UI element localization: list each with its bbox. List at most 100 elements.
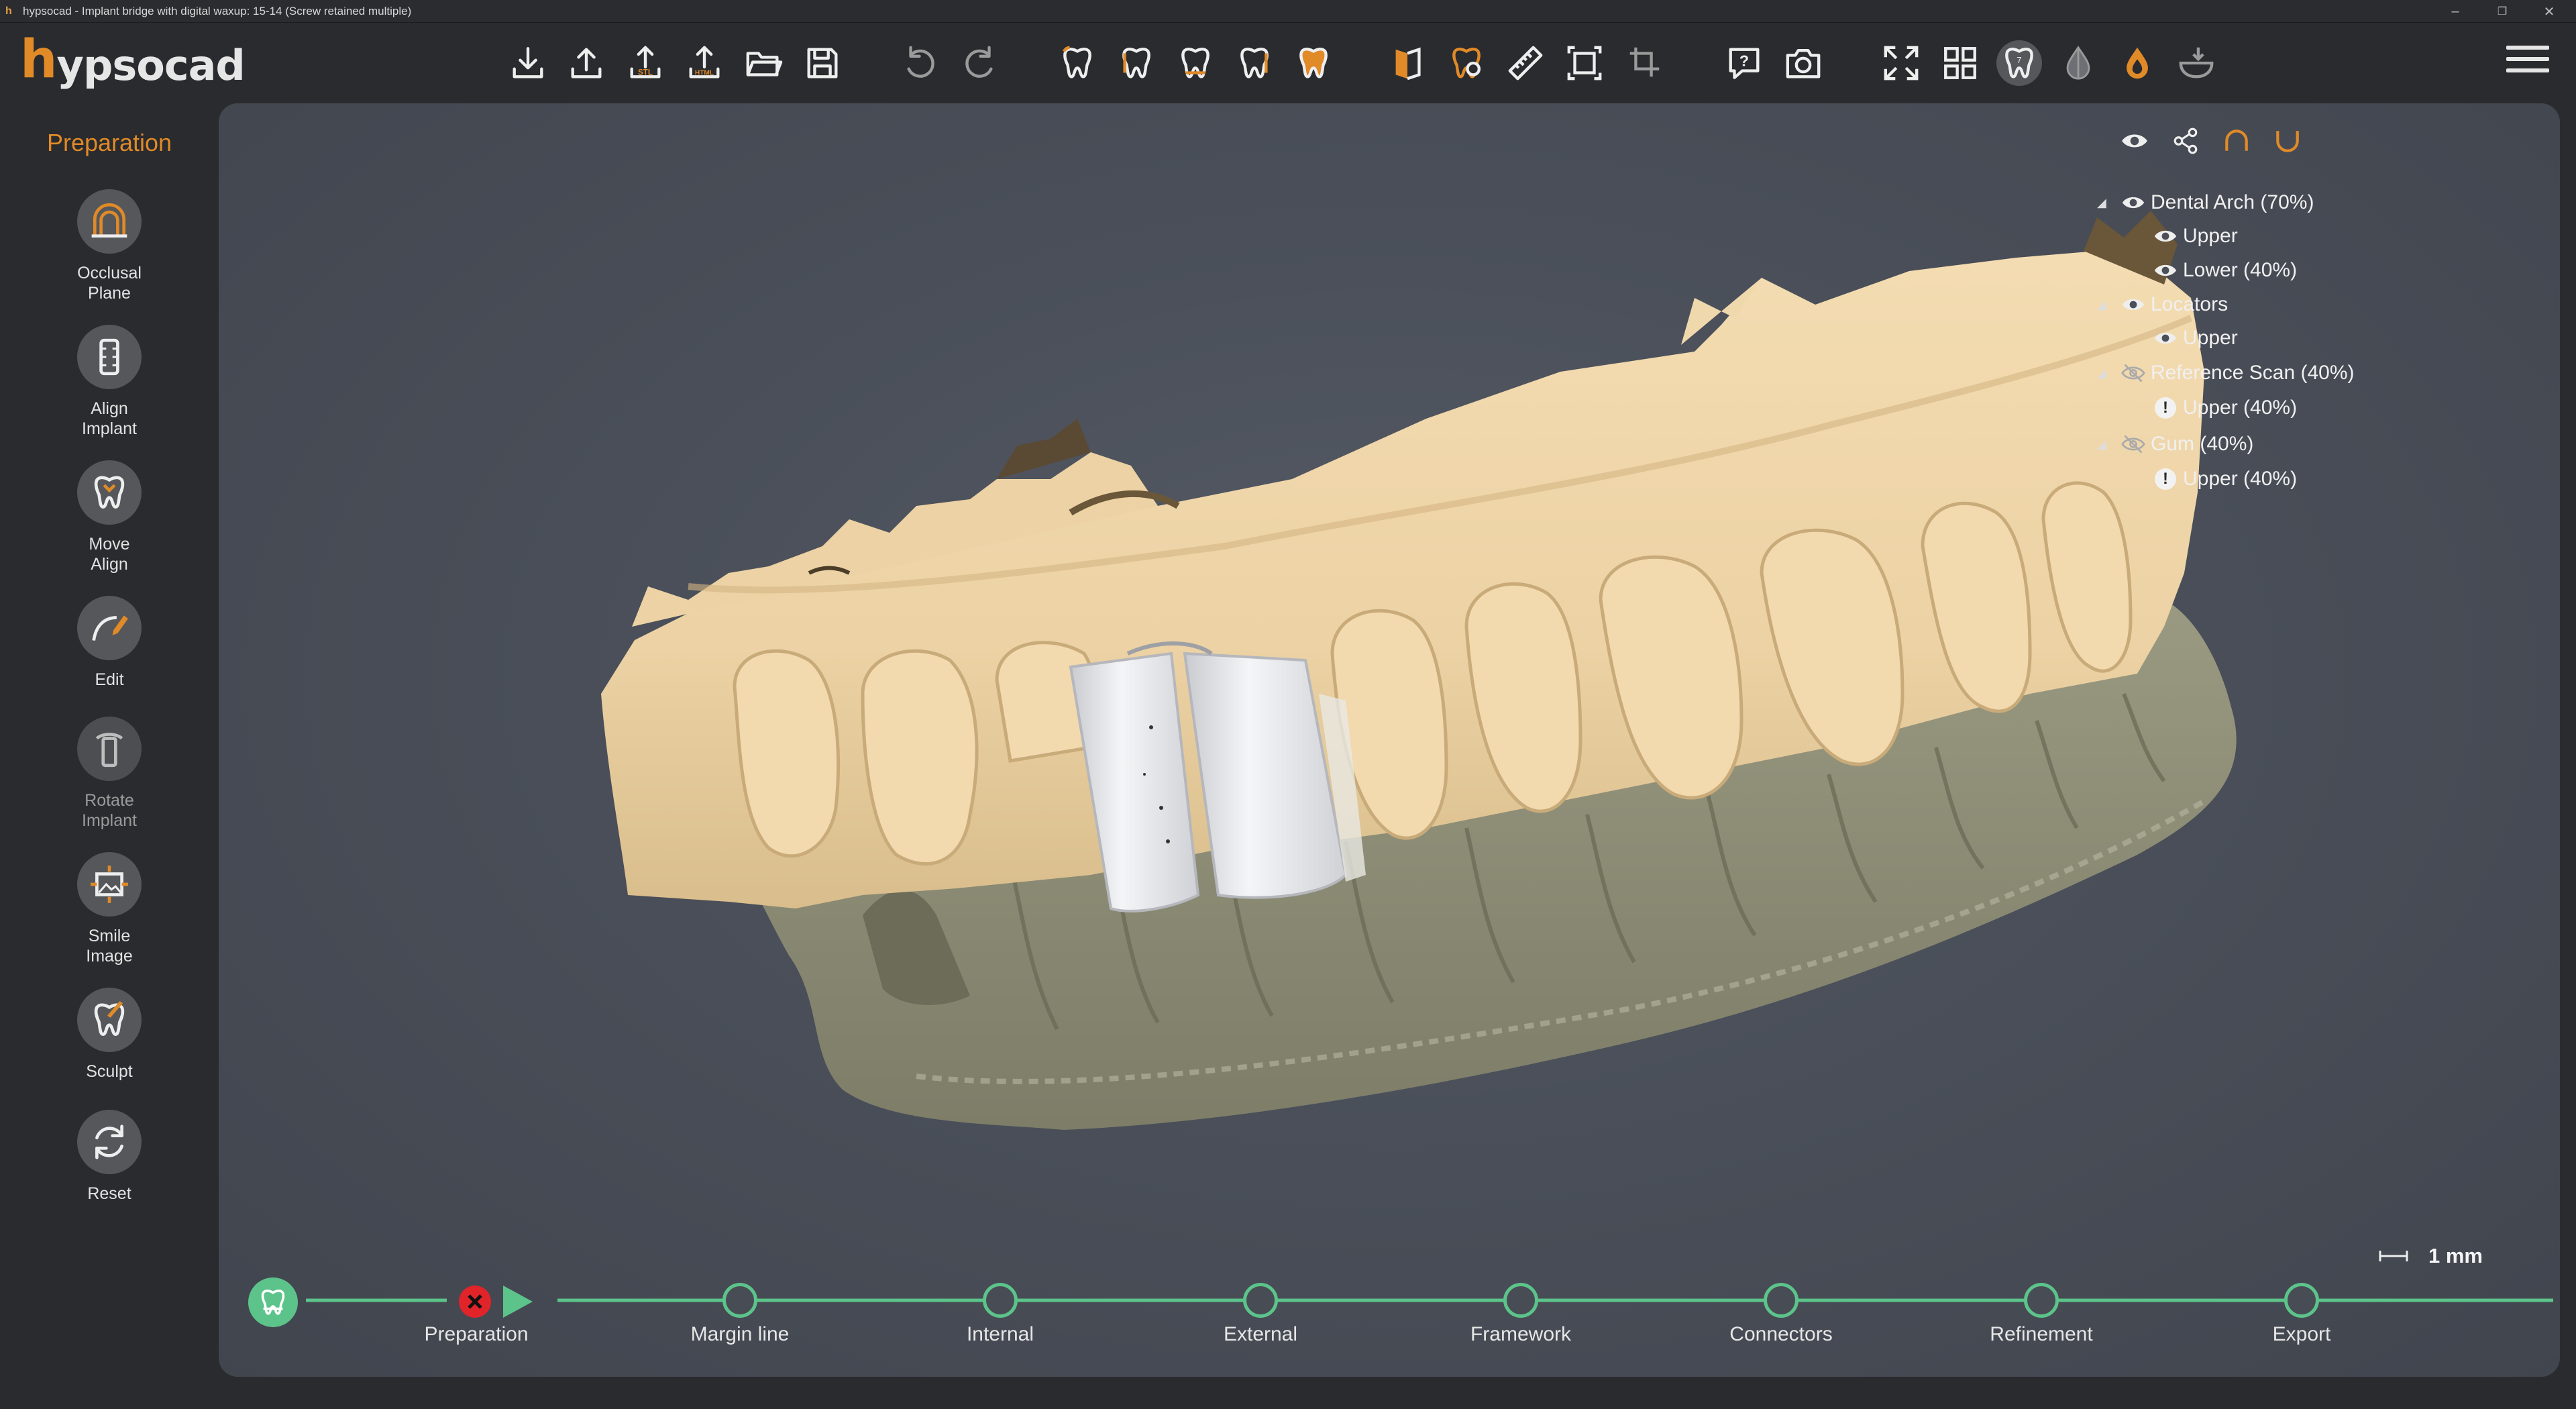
save-button[interactable]: [800, 40, 845, 86]
redo-icon: [965, 46, 993, 78]
scale-bar-icon: [2379, 1251, 2408, 1261]
reset-label-1: Reset: [87, 1184, 131, 1203]
tree-row[interactable]: ◢ Gum (40%): [2097, 429, 2253, 459]
visibility-tooth-button[interactable]: [1444, 40, 1489, 86]
undo-button[interactable]: [898, 40, 943, 86]
tree-row[interactable]: ◢ Dental Arch (70%): [2097, 188, 2314, 217]
screenshot-button[interactable]: [1780, 40, 1826, 86]
app-window: { "window": { "title": "hypsocad - Impla…: [0, 0, 2576, 1409]
export-html-button[interactable]: HTML: [682, 40, 727, 86]
workflow-step-label: Connectors: [1729, 1323, 1833, 1345]
tree-row[interactable]: ! Upper (40%): [2152, 393, 2297, 423]
3d-viewport[interactable]: ◢ Dental Arch (70%) Upper Lower (40%) ◢ Locat…: [219, 103, 2560, 1377]
tree-row-label: Dental Arch (70%): [2151, 191, 2314, 213]
tree-lower-arch-button[interactable]: [2270, 123, 2305, 158]
minimize-button[interactable]: –: [2435, 0, 2475, 23]
tree-row[interactable]: Upper: [2152, 221, 2238, 251]
tree-row[interactable]: ◢ Reference Scan (40%): [2097, 358, 2355, 388]
move-align-label-1: Move: [89, 535, 130, 554]
fire-drop-icon: [2127, 47, 2148, 79]
align-implant-label-1: Align: [91, 399, 128, 418]
occlusal-plane-icon-circle: [77, 189, 142, 254]
tree-visibility-button[interactable]: [2117, 123, 2152, 158]
open-button[interactable]: [741, 40, 786, 86]
tooth-view-1-button[interactable]: [1055, 40, 1100, 86]
scale-indicator: 1 mm: [2379, 1244, 2483, 1268]
eye-icon[interactable]: [2120, 291, 2147, 318]
sculpt-button[interactable]: Sculpt: [42, 988, 176, 1082]
tree-row-label: Reference Scan (40%): [2151, 362, 2355, 384]
occlusal-plane-icon: [91, 203, 127, 238]
sculpt-icon: [94, 1001, 125, 1037]
expand-arrow-icon[interactable]: ◢: [2097, 298, 2110, 312]
tooth-view-3-button[interactable]: [1173, 40, 1218, 86]
menu-line: [2506, 46, 2549, 50]
close-button[interactable]: ✕: [2529, 0, 2569, 23]
sculpt-label-1: Sculpt: [86, 1062, 133, 1081]
warning-icon[interactable]: !: [2152, 395, 2179, 421]
share-nodes-icon: [2174, 127, 2198, 154]
move-align-icon-circle: [77, 460, 142, 525]
smile-image-label-2: Image: [86, 947, 133, 966]
workflow-track: [306, 1298, 2553, 1302]
warning-icon[interactable]: !: [2152, 466, 2179, 492]
warning-glyph: !: [2155, 397, 2176, 419]
drop-button[interactable]: [2055, 40, 2101, 86]
undo-icon: [907, 46, 934, 78]
tooth-view-2-button[interactable]: [1114, 40, 1159, 86]
scale-label: 1 mm: [2428, 1244, 2483, 1267]
tree-row[interactable]: Upper: [2152, 323, 2238, 353]
tree-share-button[interactable]: [2168, 123, 2203, 158]
import-button[interactable]: [505, 40, 551, 86]
expand-arrow-icon[interactable]: ◢: [2097, 196, 2110, 210]
section-button[interactable]: [1385, 40, 1430, 86]
hamburger-menu-button[interactable]: [2506, 46, 2549, 81]
tree-row[interactable]: ! Upper (40%): [2152, 464, 2297, 494]
tree-row[interactable]: Lower (40%): [2152, 256, 2297, 285]
workflow-start-button[interactable]: [248, 1277, 298, 1327]
tooth-view-5-button[interactable]: [1291, 40, 1336, 86]
grid-layout-button[interactable]: [1937, 40, 1983, 86]
left-sidebar: Preparation Occlusal Plane Align Implant…: [0, 103, 219, 1409]
bowl-button[interactable]: [2174, 40, 2219, 86]
fire-drop-button[interactable]: [2114, 40, 2160, 86]
export-stl-button[interactable]: STL: [623, 40, 668, 86]
tree-row[interactable]: ◢ Locators: [2097, 290, 2228, 319]
smile-image-button[interactable]: Smile Image: [42, 852, 176, 966]
workflow-step-label: Framework: [1470, 1323, 1571, 1345]
reset-button[interactable]: Reset: [42, 1110, 176, 1204]
eye-off-icon[interactable]: [2120, 431, 2147, 458]
tooth-active-button[interactable]: 7: [1996, 40, 2042, 86]
tree-upper-arch-button[interactable]: [2219, 123, 2254, 158]
fullscreen-button[interactable]: [1878, 40, 1924, 86]
eye-icon[interactable]: [2152, 223, 2179, 250]
expand-arrow-icon[interactable]: ◢: [2097, 366, 2110, 380]
fit-frame-button[interactable]: [1562, 40, 1607, 86]
workflow-step-label: Internal: [966, 1323, 1034, 1345]
rotate-implant-icon-circle: [77, 717, 142, 781]
edit-button[interactable]: Edit: [42, 596, 176, 690]
eye-icon[interactable]: [2152, 257, 2179, 284]
html-text: HTML: [695, 69, 714, 76]
title-bar: h hypsocad - Implant bridge with digital…: [0, 0, 2576, 23]
tooth-start-icon: [261, 1290, 285, 1315]
smile-image-label-1: Smile: [88, 927, 131, 945]
ruler-button[interactable]: [1503, 40, 1548, 86]
eye-off-icon[interactable]: [2120, 360, 2147, 386]
align-implant-button[interactable]: Align Implant: [42, 325, 176, 439]
redo-button[interactable]: [957, 40, 1002, 86]
occlusal-plane-button[interactable]: Occlusal Plane: [42, 189, 176, 303]
export-button[interactable]: [564, 40, 609, 86]
move-align-button[interactable]: Move Align: [42, 460, 176, 574]
restore-button[interactable]: ❐: [2482, 0, 2522, 23]
tooth-view-1-icon: [1062, 46, 1091, 79]
eye-icon[interactable]: [2120, 189, 2147, 216]
expand-arrow-icon[interactable]: ◢: [2097, 437, 2110, 452]
help-button[interactable]: ?: [1721, 40, 1767, 86]
rotate-implant-button[interactable]: Rotate Implant: [42, 717, 176, 831]
open-folder-icon: [746, 52, 783, 76]
tooth-view-4-button[interactable]: [1232, 40, 1277, 86]
eye-icon[interactable]: [2152, 325, 2179, 352]
crop-button[interactable]: [1621, 40, 1666, 86]
drop-icon: [2066, 46, 2090, 80]
